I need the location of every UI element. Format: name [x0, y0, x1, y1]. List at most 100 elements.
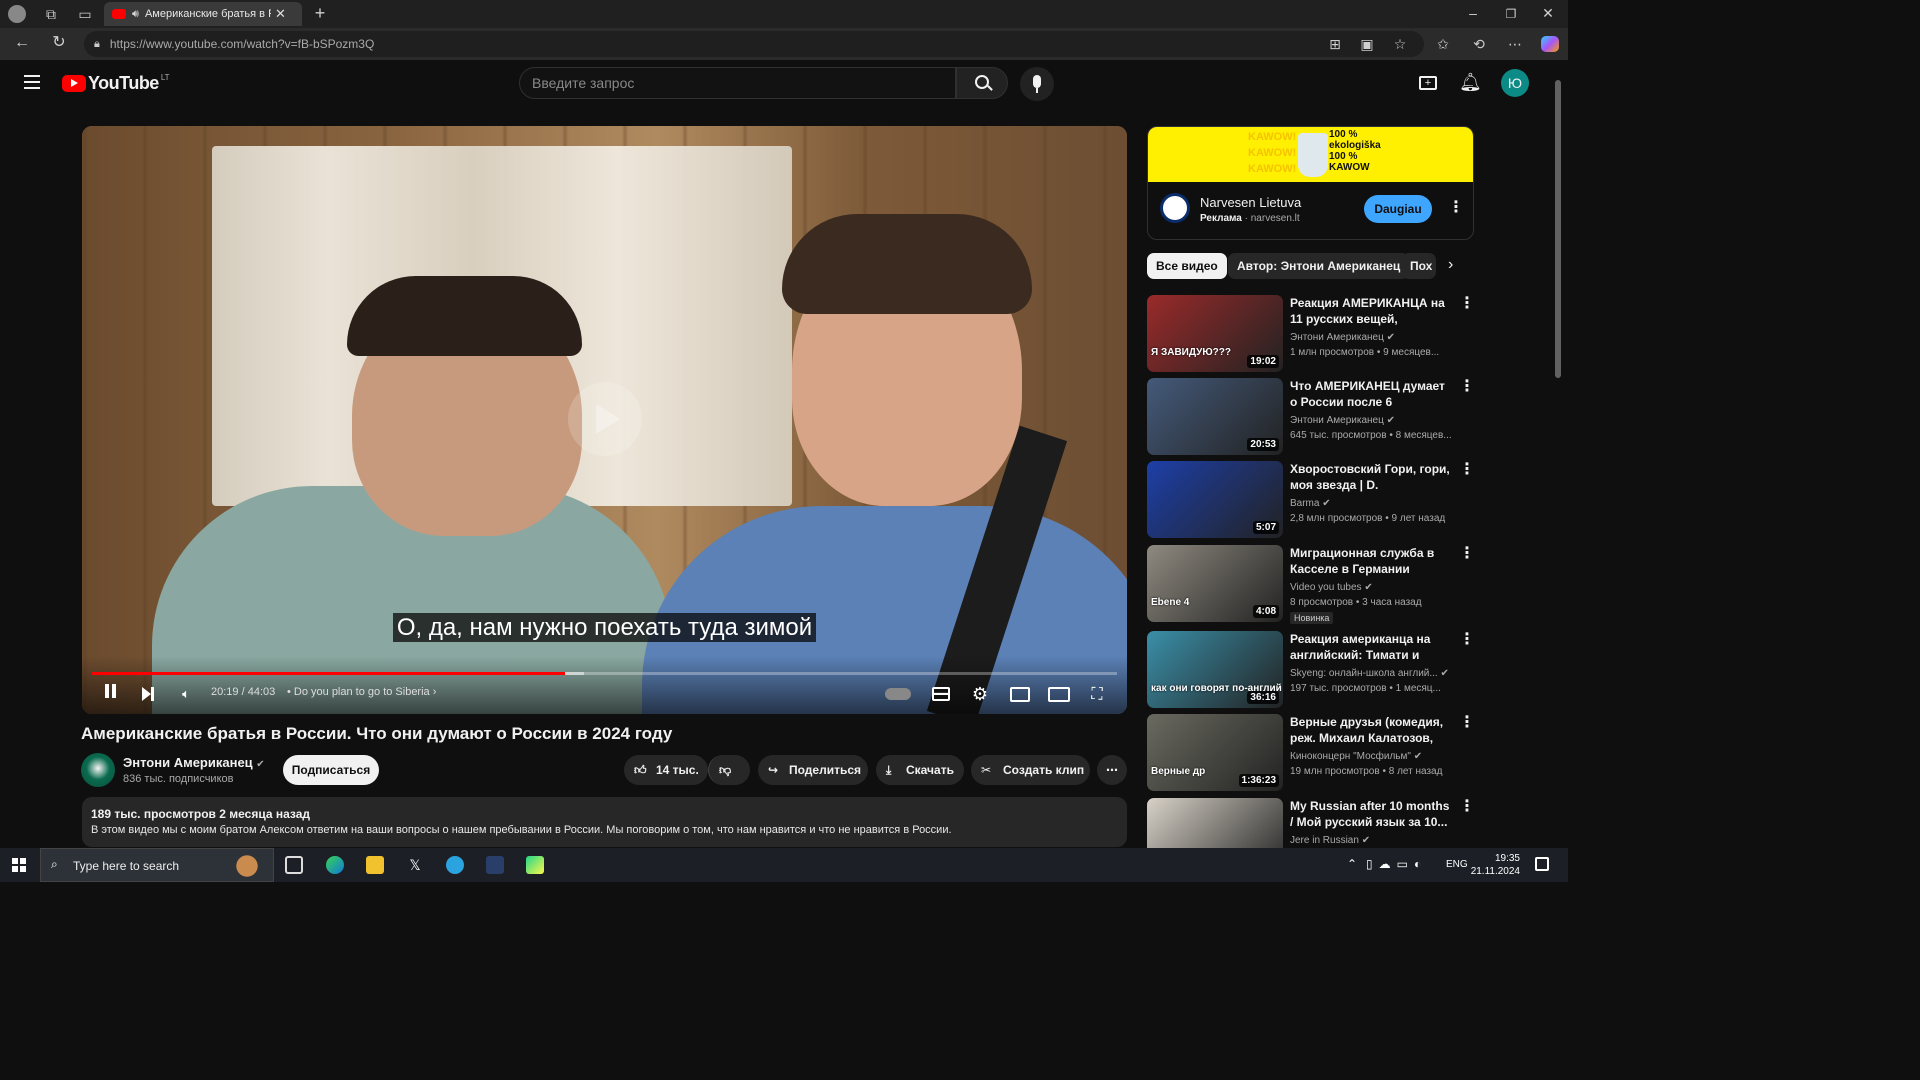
recommendation-channel[interactable]: Энтони Американец ✔	[1290, 415, 1395, 426]
volume-icon[interactable]: 🔈︎	[178, 684, 194, 704]
tab-actions-icon[interactable]: ▭	[76, 6, 94, 22]
recommendation-title[interactable]: Реакция АМЕРИКАНЦА на 11 русских вещей, …	[1290, 295, 1455, 329]
recommendation-title[interactable]: Реакция американца на английский: Тимати…	[1290, 631, 1455, 665]
url-field[interactable]: 🔒︎ https://www.youtube.com/watch?v=fB-bS…	[84, 31, 1424, 57]
copilot-icon[interactable]	[1541, 36, 1559, 52]
task-view-icon[interactable]	[285, 856, 303, 874]
channel-name[interactable]: Энтони Американец ✔	[123, 755, 265, 770]
new-tab-icon[interactable]: +	[311, 4, 329, 22]
close-window-icon[interactable]: ✕	[1539, 5, 1557, 21]
more-vertical-icon[interactable]: ⋮	[1459, 296, 1475, 312]
recommendation-item[interactable]: Ebene 4 4:08 Миграционная служба в Касселе…	[1147, 545, 1477, 625]
recommendation-channel[interactable]: Video you tubes ✔	[1290, 582, 1373, 593]
recommendation-thumbnail[interactable]: 5:07	[1147, 461, 1283, 538]
wallpaper-app-icon[interactable]	[486, 856, 504, 874]
voice-search-button[interactable]	[1020, 67, 1054, 101]
progress-bar[interactable]	[92, 672, 1117, 675]
theater-mode-icon[interactable]	[1048, 687, 1070, 702]
advertiser-logo[interactable]	[1160, 193, 1190, 223]
search-input[interactable]: Введите запрос	[519, 67, 956, 99]
file-explorer-icon[interactable]	[366, 856, 384, 874]
like-button[interactable]: 👍︎ 14 тыс.	[624, 755, 708, 785]
chip-all-videos[interactable]: Все видео	[1147, 253, 1227, 279]
minimize-icon[interactable]: –	[1464, 5, 1482, 21]
language-indicator[interactable]: ENG	[1446, 859, 1468, 870]
chevron-right-icon[interactable]: ›	[1448, 256, 1453, 274]
ad-card[interactable]: KAWOW! KAWOW! KAWOW! 100 % ekologiška 100 …	[1147, 126, 1474, 240]
clock[interactable]: 19:35 21.11.2024	[1471, 852, 1520, 878]
recommendation-thumbnail[interactable]: Я ЗАВИДУЮ??? 19:02	[1147, 295, 1283, 372]
notifications-bell-icon[interactable]: 🔔︎	[1459, 72, 1482, 93]
lock-icon[interactable]: 🔒︎	[94, 38, 100, 51]
tray-chevron-icon[interactable]: ⌃	[1347, 857, 1357, 871]
dislike-button[interactable]: 👎︎	[708, 755, 750, 785]
back-icon[interactable]: ←	[13, 35, 31, 51]
app-available-icon[interactable]: ⊞	[1326, 36, 1344, 52]
video-player[interactable]: О, да, нам нужно поехать туда зимой 🔈︎ 2…	[82, 126, 1127, 714]
recommendation-thumbnail[interactable]: 20:53	[1147, 378, 1283, 455]
workspaces-icon[interactable]: ⧉	[42, 6, 60, 22]
pycharm-icon[interactable]	[526, 856, 544, 874]
recommendation-item[interactable]: 20:53 Что АМЕРИКАНЕЦ думает о России посл…	[1147, 378, 1477, 458]
reload-icon[interactable]: ↻	[50, 35, 68, 51]
more-vertical-icon[interactable]: ⋮	[1459, 799, 1475, 815]
more-vertical-icon[interactable]: ⋮	[1459, 715, 1475, 731]
center-play-icon[interactable]	[568, 382, 642, 456]
ad-banner[interactable]: KAWOW! KAWOW! KAWOW! 100 % ekologiška 100 …	[1148, 127, 1473, 182]
recommendation-title[interactable]: Что АМЕРИКАНЕЦ думает о России после 6 м…	[1290, 378, 1455, 412]
more-vertical-icon[interactable]: ⋮	[1459, 546, 1475, 562]
menu-icon[interactable]	[24, 75, 40, 89]
fullscreen-icon[interactable]: ⛶	[1088, 686, 1106, 704]
immersive-reader-icon[interactable]: ▣	[1358, 36, 1376, 52]
recommendation-thumbnail[interactable]: Верные др 1:36:23	[1147, 714, 1283, 791]
subscribe-button[interactable]: Подписаться	[283, 755, 379, 785]
recommendation-item[interactable]: Верные др 1:36:23 Верные друзья (комедия, …	[1147, 714, 1477, 794]
more-vertical-icon[interactable]: ⋮	[1459, 632, 1475, 648]
edge-browser-icon[interactable]	[326, 856, 344, 874]
settings-gear-icon[interactable]: ⚙	[970, 684, 990, 704]
start-button[interactable]	[12, 858, 26, 872]
youtube-logo[interactable]: YouTube LT	[62, 73, 170, 93]
tray-icons[interactable]: ▯☁▭◐	[1366, 857, 1427, 871]
recommendation-channel[interactable]: Jere in Russian ✔	[1290, 835, 1370, 846]
more-actions-button[interactable]: ⋯	[1097, 755, 1127, 785]
share-button[interactable]: ↪ Поделиться	[758, 755, 868, 785]
recommendation-title[interactable]: Хворостовский Гори, гори, моя звезда | D…	[1290, 461, 1455, 495]
close-tab-icon[interactable]: ✕	[275, 6, 286, 22]
recommendation-title[interactable]: Миграционная служба в Касселе в Германии	[1290, 545, 1455, 577]
taskbar-search[interactable]: ⌕ Type here to search	[40, 848, 274, 882]
page-scrollbar[interactable]	[1555, 80, 1561, 378]
audio-playing-icon[interactable]: 🔊︎	[132, 8, 139, 21]
restore-icon[interactable]: ❐	[1502, 6, 1520, 22]
notification-center-icon[interactable]	[1535, 857, 1549, 871]
recommendation-channel[interactable]: Skyeng: онлайн-школа англий... ✔	[1290, 668, 1449, 679]
description-box[interactable]: 189 тыс. просмотров 2 месяца назад В это…	[82, 797, 1127, 847]
subtitles-icon[interactable]: ▬▬	[932, 687, 950, 701]
miniplayer-icon[interactable]	[1010, 687, 1030, 702]
ad-cta-button[interactable]: Daugiau	[1364, 195, 1432, 223]
channel-avatar[interactable]	[81, 753, 115, 787]
recommendation-title[interactable]: My Russian after 10 months / Мой русский…	[1290, 798, 1455, 830]
clip-button[interactable]: ✂ Создать клип	[971, 755, 1090, 785]
recommendation-item[interactable]: как они говорят по-англий 36:16 Реакция ам…	[1147, 631, 1477, 711]
x-app-icon[interactable]: 𝕏	[406, 856, 424, 874]
account-avatar[interactable]: Ю	[1501, 69, 1529, 97]
pause-icon[interactable]	[102, 684, 118, 704]
advertiser-name[interactable]: Narvesen Lietuva	[1200, 195, 1301, 210]
autoplay-toggle[interactable]	[885, 688, 911, 700]
recommendation-thumbnail[interactable]: как они говорят по-англий 36:16	[1147, 631, 1283, 708]
favorite-star-icon[interactable]: ☆	[1391, 36, 1409, 52]
ad-more-icon[interactable]: ⋮	[1448, 197, 1464, 217]
telegram-icon[interactable]	[446, 856, 464, 874]
chip-similar[interactable]: Пох	[1402, 253, 1436, 279]
active-tab[interactable]: 🔊︎ Американские братья в Ро ✕	[104, 2, 302, 26]
history-icon[interactable]: ⟲	[1470, 36, 1488, 52]
more-options-icon[interactable]: ⋯	[1506, 36, 1524, 52]
recommendation-channel[interactable]: Энтони Американец ✔	[1290, 332, 1395, 343]
create-video-icon[interactable]: +	[1419, 76, 1437, 90]
recommendation-item[interactable]: 5:07 Хворостовский Гори, гори, моя звезда…	[1147, 461, 1477, 541]
recommendation-thumbnail[interactable]: Ebene 4 4:08	[1147, 545, 1283, 622]
favorites-icon[interactable]: ✩	[1434, 36, 1452, 52]
recommendation-item[interactable]: Я ЗАВИДУЮ??? 19:02 Реакция АМЕРИКАНЦА на 1…	[1147, 295, 1477, 375]
next-video-icon[interactable]	[140, 684, 156, 704]
